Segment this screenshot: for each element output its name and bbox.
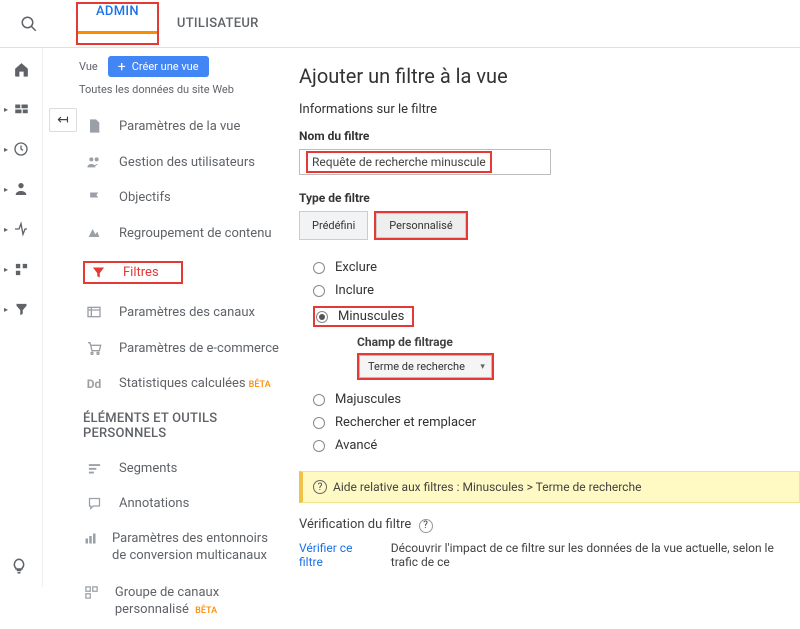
search-icon[interactable] xyxy=(12,15,46,33)
discover-icon[interactable] xyxy=(10,557,28,575)
radio-exclude[interactable]: Exclure xyxy=(313,256,800,279)
verify-desc: Découvrir l'impact de ce filtre sur les … xyxy=(391,541,800,569)
tab-admin[interactable]: ADMIN xyxy=(78,0,157,34)
rail-realtime-icon[interactable]: ▸ xyxy=(10,140,32,158)
page-title: Ajouter un filtre à la vue xyxy=(299,64,800,88)
channel-group-icon xyxy=(83,585,101,600)
radio-advanced[interactable]: Avancé xyxy=(313,434,800,457)
rail-conversion-icon[interactable]: ▸ xyxy=(10,300,32,318)
rail-audience-icon[interactable]: ▸ xyxy=(10,180,32,198)
flag-icon xyxy=(83,190,105,205)
menu-channel-group[interactable]: Groupe de canaux personnalisé BÊTA xyxy=(79,575,289,629)
menu-calculated[interactable]: DdStatistiques calculéesBÊTA xyxy=(79,366,289,401)
dd-icon: Dd xyxy=(83,377,105,391)
menu-section-personal: ÉLÉMENTS ET OUTILS PERSONNELS xyxy=(79,401,289,451)
rail-behavior-icon[interactable]: ▸ xyxy=(10,260,32,278)
rail-home-icon[interactable] xyxy=(10,60,32,78)
chevron-down-icon: ▾ xyxy=(480,362,485,372)
tab-user[interactable]: UTILISATEUR xyxy=(159,2,277,45)
menu-channel-settings[interactable]: Paramètres des canaux xyxy=(79,294,289,330)
funnel-chart-icon xyxy=(83,531,98,546)
menu-objectives[interactable]: Objectifs xyxy=(79,180,289,215)
filter-field-select[interactable]: Terme de recherche▾ xyxy=(359,355,492,378)
radio-search-replace[interactable]: Rechercher et remplacer xyxy=(313,411,800,434)
menu-segments[interactable]: Segments xyxy=(79,451,289,486)
annotation-icon xyxy=(83,496,105,511)
verify-link[interactable]: Vérifier ce filtre xyxy=(299,541,373,569)
radio-lowercase[interactable]: Minuscules xyxy=(313,302,800,331)
grouping-icon xyxy=(83,225,105,241)
menu-user-mgmt[interactable]: Gestion des utilisateurs xyxy=(79,144,289,180)
menu-funnels[interactable]: Paramètres des entonnoirs de conversion … xyxy=(79,521,289,575)
back-button[interactable]: ↤ xyxy=(49,108,77,132)
section-info: Informations sur le filtre xyxy=(299,102,800,117)
create-view-button[interactable]: +Créer une vue xyxy=(108,56,209,77)
menu-filters[interactable]: Filtres xyxy=(79,251,289,294)
menu-ecommerce[interactable]: Paramètres de e-commerce xyxy=(79,330,289,366)
rail-customization-icon[interactable]: ▸ xyxy=(10,100,32,118)
filter-type-label: Type de filtre xyxy=(299,191,800,205)
type-predefined-button[interactable]: Prédéfini xyxy=(299,211,368,240)
help-banner: ? Aide relative aux filtres : Minuscules… xyxy=(299,471,800,503)
view-label: Vue xyxy=(79,60,98,73)
segments-icon xyxy=(83,461,105,476)
filter-name-input[interactable]: Requête de recherche minuscule xyxy=(299,149,551,175)
channel-icon xyxy=(83,304,105,320)
radio-uppercase[interactable]: Majuscules xyxy=(313,388,800,411)
menu-view-settings[interactable]: Paramètres de la vue xyxy=(79,108,289,144)
cart-icon xyxy=(83,340,105,356)
filter-field-label: Champ de filtrage xyxy=(357,335,800,349)
filter-icon xyxy=(87,265,109,280)
verify-title: Vérification du filtre xyxy=(299,517,411,532)
help-icon[interactable]: ? xyxy=(419,519,433,533)
settings-icon xyxy=(83,118,105,134)
help-icon: ? xyxy=(313,480,327,494)
view-name: Toutes les données du site Web xyxy=(79,83,289,96)
users-icon xyxy=(83,154,105,170)
radio-include[interactable]: Inclure xyxy=(313,279,800,302)
filter-name-label: Nom du filtre xyxy=(299,129,800,143)
menu-annotations[interactable]: Annotations xyxy=(79,486,289,521)
type-custom-button[interactable]: Personnalisé xyxy=(376,213,465,238)
menu-content-grouping[interactable]: Regroupement de contenu xyxy=(79,215,289,251)
rail-acquisition-icon[interactable]: ▸ xyxy=(10,220,32,238)
